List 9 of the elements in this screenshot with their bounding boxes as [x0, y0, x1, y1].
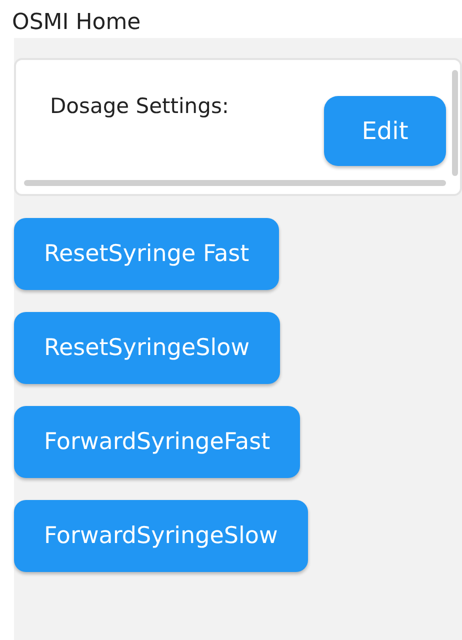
action-button[interactable]: ForwardSyringeFast: [14, 406, 300, 478]
dosage-settings-label: Dosage Settings:: [50, 94, 230, 118]
page-title: OSMI Home: [11, 9, 142, 37]
horizontal-scrollbar[interactable]: [24, 180, 446, 186]
action-button[interactable]: ResetSyringe Fast: [14, 218, 280, 290]
edit-button[interactable]: Edit: [324, 96, 446, 166]
action-button[interactable]: ResetSyringeSlow: [14, 312, 280, 384]
action-button[interactable]: ForwardSyringeSlow: [14, 500, 308, 572]
vertical-scrollbar[interactable]: [452, 70, 458, 176]
